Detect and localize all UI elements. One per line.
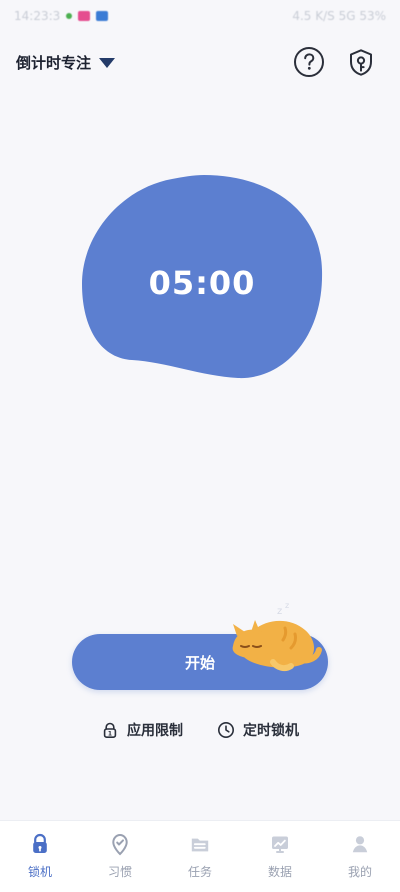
nav-label-lock: 锁机 xyxy=(27,865,52,879)
secondary-actions: 1 应用限制 定时锁机 xyxy=(0,717,400,743)
status-notification-dot-icon xyxy=(66,13,73,19)
status-time: 14:23:3 xyxy=(14,9,61,23)
nav-item-data[interactable]: 数据 xyxy=(240,831,320,880)
shield-key-icon xyxy=(350,49,372,76)
status-left: 14:23:3 xyxy=(14,9,109,23)
clock-icon xyxy=(218,722,234,738)
timer-display: 05:00 xyxy=(148,264,256,302)
nav-item-habits[interactable]: 习惯 xyxy=(80,831,160,880)
mode-label: 倒计时专注 xyxy=(16,53,92,72)
nav-label-tasks: 任务 xyxy=(187,865,212,879)
cat-zz: z xyxy=(285,601,289,610)
cat-eye-left xyxy=(240,645,250,648)
app-limit-label: 应用限制 xyxy=(127,723,183,739)
question-circle-icon xyxy=(294,47,324,77)
security-button[interactable] xyxy=(344,45,378,79)
start-area: 开始 z z xyxy=(72,600,332,700)
start-button-label: 开始 xyxy=(184,653,215,672)
cat-zzz: z xyxy=(277,606,282,617)
mode-selector-dropdown[interactable]: 倒计时专注 xyxy=(16,52,116,73)
timer-blob: 05:00 xyxy=(80,170,324,384)
status-app-icon-2 xyxy=(96,11,109,21)
user-icon xyxy=(347,831,373,857)
folder-list-icon xyxy=(187,831,213,857)
svg-text:1: 1 xyxy=(108,730,112,737)
nav-label-data: 数据 xyxy=(267,865,292,879)
caret-down-icon xyxy=(99,58,116,68)
chart-board-icon xyxy=(267,831,293,857)
bottom-navigation: 锁机 习惯 任务 数据 我的 xyxy=(0,820,400,892)
help-button[interactable] xyxy=(292,45,326,79)
lock-app-limit-icon: 1 xyxy=(103,722,117,738)
scheduled-lock-button[interactable]: 定时锁机 xyxy=(217,720,299,740)
status-right-text: 4.5 K/S 5G 53% xyxy=(292,9,386,23)
status-app-icon xyxy=(78,11,91,21)
status-bar: 14:23:3 4.5 K/S 5G 53% xyxy=(0,0,400,32)
app-limit-button[interactable]: 1 应用限制 xyxy=(101,720,183,740)
nav-item-lock[interactable]: 锁机 xyxy=(0,831,80,880)
cat-eye-right xyxy=(252,645,262,648)
header: 倒计时专注 xyxy=(0,44,400,80)
lock-icon xyxy=(27,831,53,857)
nav-label-habits: 习惯 xyxy=(107,865,132,879)
location-check-icon xyxy=(107,831,133,857)
scheduled-lock-label: 定时锁机 xyxy=(243,723,299,739)
nav-item-tasks[interactable]: 任务 xyxy=(160,831,240,880)
nav-label-profile: 我的 xyxy=(347,865,372,879)
header-actions xyxy=(292,45,384,79)
status-right: 4.5 K/S 5G 53% xyxy=(292,9,386,23)
nav-item-profile[interactable]: 我的 xyxy=(320,831,400,880)
sleeping-cat-illustration: z z xyxy=(232,601,322,672)
